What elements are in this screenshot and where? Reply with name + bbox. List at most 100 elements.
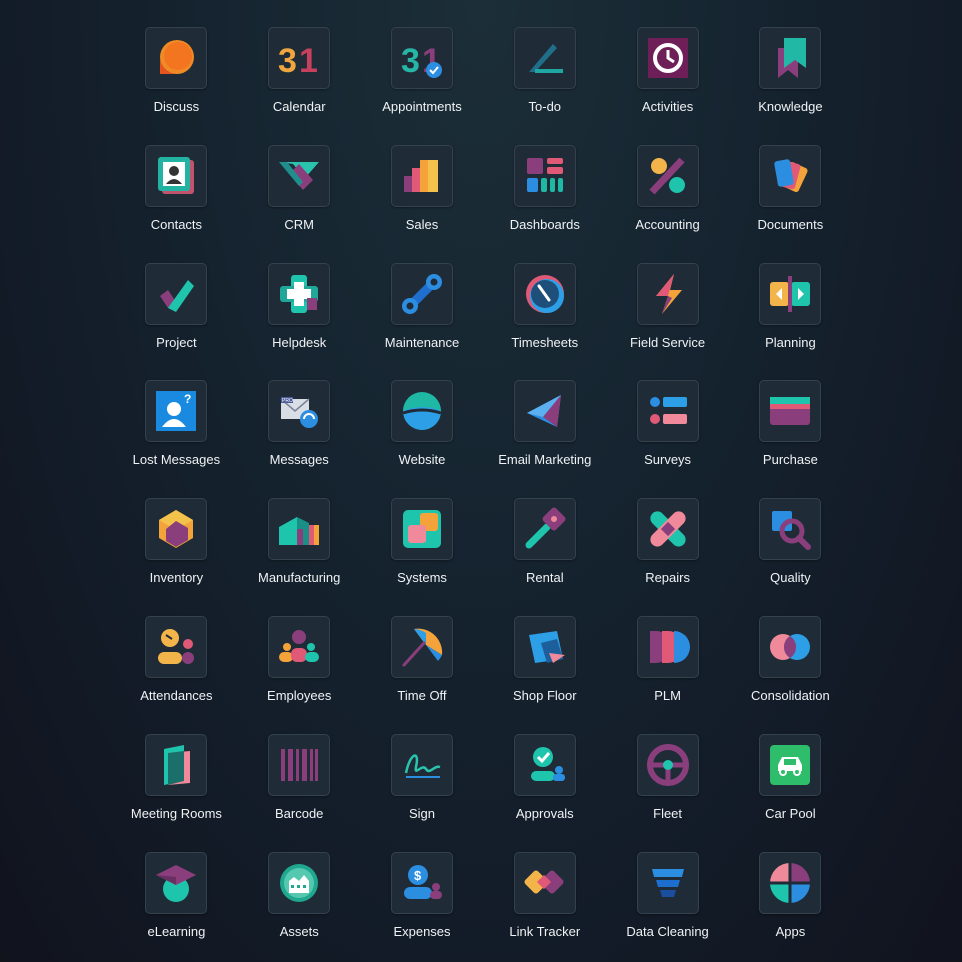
- app-accounting[interactable]: Accounting: [606, 144, 729, 263]
- app-tile[interactable]: [145, 144, 208, 207]
- app-rental[interactable]: Rental: [483, 498, 606, 616]
- app-contacts[interactable]: Contacts: [115, 144, 238, 263]
- app-surveys[interactable]: Surveys: [606, 380, 729, 498]
- app-attendances[interactable]: Attendances: [115, 615, 238, 734]
- app-tile[interactable]: [759, 380, 822, 443]
- app-dashboards[interactable]: Dashboards: [483, 144, 606, 263]
- app-tile[interactable]: [636, 262, 699, 325]
- app-tile[interactable]: [513, 498, 576, 561]
- attendances-icon: [154, 625, 198, 669]
- app-tile[interactable]: [513, 615, 576, 678]
- app-tile[interactable]: [513, 144, 576, 207]
- app-label: Meeting Rooms: [130, 805, 222, 821]
- app-tile[interactable]: [390, 733, 453, 796]
- app-shop-floor[interactable]: Shop Floor: [483, 615, 606, 734]
- app-barcode[interactable]: Barcode: [238, 733, 361, 852]
- app-tile[interactable]: [759, 498, 822, 561]
- app-approvals[interactable]: Approvals: [483, 733, 606, 852]
- app-data-cleaning[interactable]: Data Cleaning: [606, 851, 729, 962]
- app-discuss[interactable]: Discuss: [115, 27, 238, 145]
- app-lost-messages[interactable]: ? Lost Messages: [115, 380, 238, 498]
- app-email-marketing[interactable]: Email Marketing: [483, 380, 606, 498]
- app-tile[interactable]: [759, 615, 822, 678]
- app-expenses[interactable]: $ Expenses: [361, 851, 484, 962]
- app-tile[interactable]: [636, 144, 699, 207]
- app-meeting-rooms[interactable]: Meeting Rooms: [115, 733, 238, 852]
- app-tile[interactable]: [390, 498, 453, 561]
- app-tile[interactable]: [759, 27, 822, 89]
- app-tile[interactable]: [268, 144, 331, 207]
- app-time-off[interactable]: Time Off: [361, 615, 484, 734]
- app-tile[interactable]: [145, 262, 208, 325]
- app-tile[interactable]: [636, 380, 699, 443]
- app-tile[interactable]: [390, 615, 453, 678]
- app-calendar[interactable]: 31 Calendar: [238, 27, 361, 145]
- app-systems[interactable]: Systems: [361, 498, 484, 616]
- app-appointments[interactable]: 31 Appointments: [361, 27, 484, 145]
- app-project[interactable]: Project: [115, 262, 238, 381]
- app-quality[interactable]: Quality: [729, 498, 852, 616]
- app-tile[interactable]: [268, 851, 331, 914]
- app-tile[interactable]: [513, 851, 576, 914]
- app-field-service[interactable]: Field Service: [606, 262, 729, 381]
- app-tile[interactable]: [268, 615, 331, 678]
- app-timesheets[interactable]: Timesheets: [483, 262, 606, 381]
- app-tile[interactable]: ?: [145, 380, 208, 443]
- app-tile[interactable]: [145, 615, 208, 678]
- app-tile[interactable]: [390, 262, 453, 325]
- app-tile[interactable]: [390, 144, 453, 207]
- app-tile[interactable]: [636, 851, 699, 914]
- app-tile[interactable]: [759, 262, 822, 325]
- app-tile[interactable]: [636, 733, 699, 796]
- app-purchase[interactable]: Purchase: [729, 380, 852, 498]
- app-tile[interactable]: [268, 262, 331, 325]
- app-tile[interactable]: [145, 733, 208, 796]
- app-tile[interactable]: [390, 380, 453, 443]
- app-tile[interactable]: $: [390, 851, 453, 914]
- app-tile[interactable]: [636, 615, 699, 678]
- app-employees[interactable]: Employees: [238, 615, 361, 734]
- app-planning[interactable]: Planning: [729, 262, 852, 381]
- app-messages[interactable]: PRO Messages: [238, 380, 361, 498]
- app-helpdesk[interactable]: Helpdesk: [238, 262, 361, 381]
- app-link-tracker[interactable]: Link Tracker: [483, 851, 606, 962]
- app-apps[interactable]: Apps: [729, 851, 852, 962]
- app-tile[interactable]: PRO: [268, 380, 331, 443]
- app-tile[interactable]: [513, 733, 576, 796]
- app-activities[interactable]: Activities: [606, 27, 729, 145]
- app-tile[interactable]: [636, 27, 699, 89]
- app-crm[interactable]: CRM: [238, 144, 361, 263]
- app-inventory[interactable]: Inventory: [115, 498, 238, 616]
- app-consolidation[interactable]: Consolidation: [729, 615, 852, 734]
- app-website[interactable]: Website: [361, 380, 484, 498]
- app-tile[interactable]: [636, 498, 699, 561]
- app-tile[interactable]: [759, 733, 822, 796]
- app-tile[interactable]: [145, 27, 208, 89]
- app-tile[interactable]: [513, 380, 576, 443]
- app-maintenance[interactable]: Maintenance: [361, 262, 484, 381]
- app-tile[interactable]: [513, 27, 576, 89]
- app-elearning[interactable]: eLearning: [115, 851, 238, 962]
- app-tile[interactable]: [268, 733, 331, 796]
- app-documents[interactable]: Documents: [729, 144, 852, 263]
- app-tile[interactable]: [759, 851, 822, 914]
- app-tile[interactable]: 31: [268, 27, 331, 89]
- app-label: Employees: [267, 687, 332, 703]
- app-tile[interactable]: 31: [390, 27, 453, 89]
- app-fleet[interactable]: Fleet: [606, 733, 729, 852]
- app-tile[interactable]: [145, 851, 208, 914]
- app-tile[interactable]: [513, 262, 576, 325]
- app-manufacturing[interactable]: Manufacturing: [238, 498, 361, 616]
- app-tile[interactable]: [759, 144, 822, 207]
- app-plm[interactable]: PLM: [606, 615, 729, 734]
- app-label: Data Cleaning: [626, 923, 709, 939]
- app-car-pool[interactable]: Car Pool: [729, 733, 852, 852]
- app-todo[interactable]: To-do: [483, 27, 606, 145]
- app-sales[interactable]: Sales: [361, 144, 484, 263]
- app-knowledge[interactable]: Knowledge: [729, 27, 852, 145]
- app-assets[interactable]: Assets: [238, 851, 361, 962]
- app-tile[interactable]: [145, 498, 208, 561]
- app-tile[interactable]: [268, 498, 331, 561]
- app-repairs[interactable]: Repairs: [606, 498, 729, 616]
- app-sign[interactable]: Sign: [361, 733, 484, 852]
